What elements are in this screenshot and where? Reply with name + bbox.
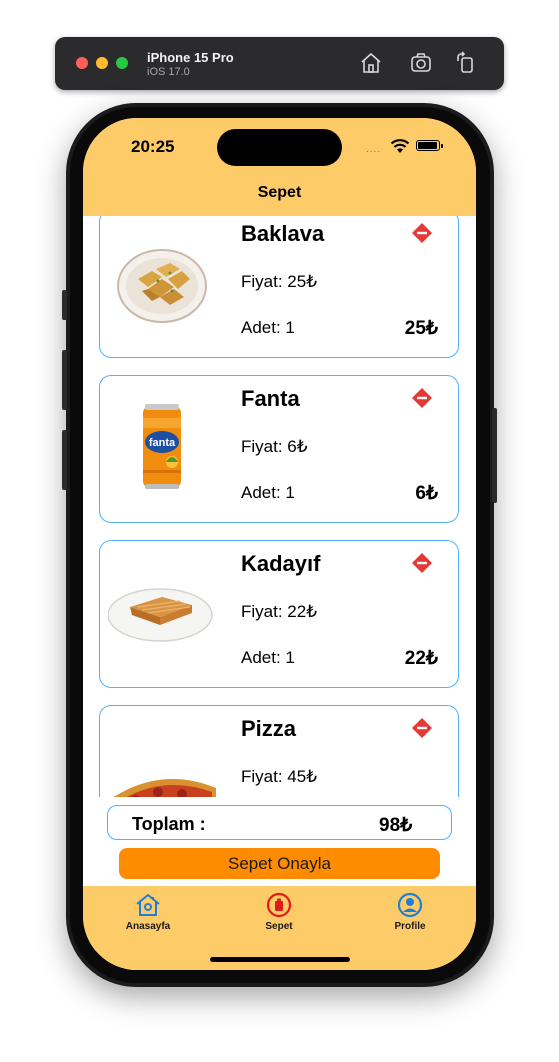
cart-badge-icon xyxy=(266,892,292,918)
action-button xyxy=(62,290,67,320)
phone-screen: 20:25 .... Sepet Baklava Fiyat: 25₺ Adet… xyxy=(83,118,476,970)
fanta-image: fanta xyxy=(143,404,181,489)
battery-icon xyxy=(416,140,443,151)
signal-icon: .... xyxy=(366,144,382,155)
volume-down-button xyxy=(62,430,67,490)
house-icon xyxy=(136,893,160,916)
item-name: Fanta xyxy=(241,386,300,411)
volume-up-button xyxy=(62,350,67,410)
tab-cart[interactable]: Sepet xyxy=(234,892,324,932)
remove-item-icon[interactable] xyxy=(412,388,432,408)
item-quantity: Adet: 1 xyxy=(241,318,295,337)
top-bar: 20:25 .... Sepet xyxy=(83,118,476,216)
page-title: Sepet xyxy=(257,184,302,201)
svg-text:fanta: fanta xyxy=(149,437,176,449)
cart-item: Baklava Fiyat: 25₺ Adet: 1 25₺ xyxy=(99,216,459,358)
power-button xyxy=(492,408,497,503)
screenshot-icon[interactable] xyxy=(409,51,433,75)
item-total: 6₺ xyxy=(415,483,438,504)
confirm-cart-button[interactable]: Sepet Onayla xyxy=(119,848,440,879)
tab-home-label: Anasayfa xyxy=(125,921,171,932)
item-name: Kadayıf xyxy=(241,551,321,576)
close-window-button[interactable] xyxy=(76,57,88,69)
os-version: iOS 17.0 xyxy=(147,66,190,78)
home-indicator[interactable] xyxy=(210,957,350,962)
item-price: Fiyat: 6₺ xyxy=(241,437,308,456)
rotate-icon[interactable] xyxy=(454,51,478,75)
cart-item: Kadayıf Fiyat: 22₺ Adet: 1 22₺ xyxy=(99,540,459,688)
total-label: Toplam : xyxy=(132,814,206,834)
item-price: Fiyat: 45₺ xyxy=(241,767,318,786)
dynamic-island xyxy=(217,129,342,166)
wifi-icon xyxy=(390,138,410,154)
cart-list[interactable]: Baklava Fiyat: 25₺ Adet: 1 25₺ fanta Fan… xyxy=(83,216,476,797)
cart-item: fanta Fanta Fiyat: 6₺ Adet: 1 6₺ xyxy=(99,375,459,523)
tab-profile-label: Profile xyxy=(394,921,426,932)
item-total: 22₺ xyxy=(404,648,438,669)
remove-item-icon[interactable] xyxy=(412,718,432,738)
item-name: Pizza xyxy=(241,716,297,741)
remove-item-icon[interactable] xyxy=(412,553,432,573)
tab-home[interactable]: Anasayfa xyxy=(103,892,193,932)
item-total: 25₺ xyxy=(404,318,438,339)
status-time: 20:25 xyxy=(131,137,175,156)
item-quantity: Adet: 1 xyxy=(241,483,295,502)
tab-profile[interactable]: Profile xyxy=(365,892,455,932)
zoom-window-button[interactable] xyxy=(116,57,128,69)
device-name: iPhone 15 Pro xyxy=(147,50,234,65)
item-quantity: Adet: 1 xyxy=(241,648,295,667)
item-name: Baklava xyxy=(241,221,325,246)
remove-item-icon[interactable] xyxy=(412,223,432,243)
cart-total-box: Toplam : 98₺ xyxy=(107,805,452,840)
tab-bar: Anasayfa Sepet Profile xyxy=(83,886,476,970)
simulator-toolbar: iPhone 15 Pro iOS 17.0 xyxy=(55,37,504,90)
pizza-image xyxy=(113,779,216,797)
person-circle-icon xyxy=(397,892,423,918)
cart-item: Pizza Fiyat: 45₺ xyxy=(99,705,459,797)
tab-cart-label: Sepet xyxy=(265,921,293,932)
item-price: Fiyat: 22₺ xyxy=(241,602,318,621)
minimize-window-button[interactable] xyxy=(96,57,108,69)
baklava-image xyxy=(117,249,207,323)
item-price: Fiyat: 25₺ xyxy=(241,272,318,291)
kadayif-image xyxy=(108,588,213,642)
home-icon[interactable] xyxy=(359,51,383,75)
total-value: 98₺ xyxy=(379,815,413,836)
